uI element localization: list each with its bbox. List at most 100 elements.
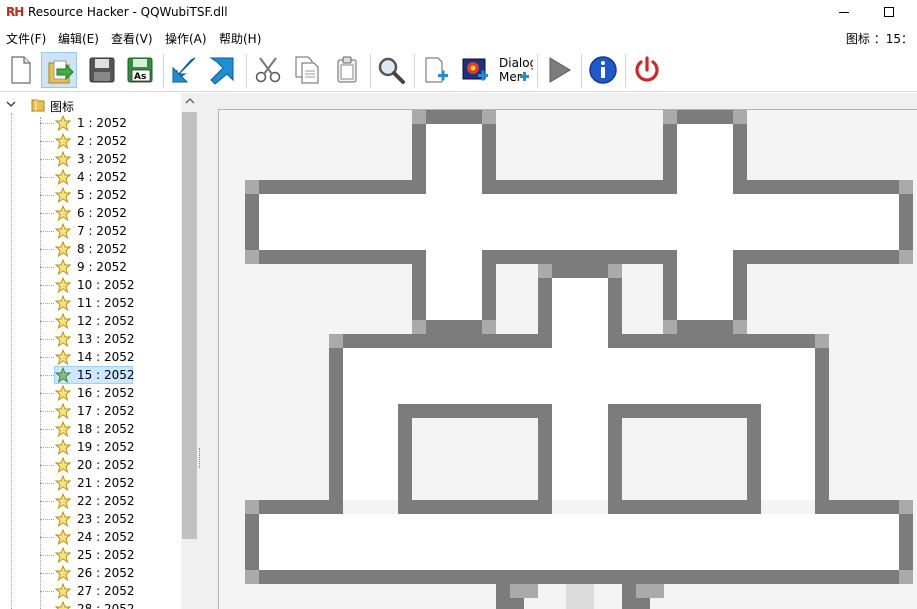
tree-item[interactable]: 3 : 2052 — [40, 150, 180, 168]
scroll-up-icon[interactable] — [181, 93, 198, 110]
icon-pixel-block — [259, 194, 899, 250]
minimize-icon — [839, 12, 849, 13]
forward-button[interactable] — [205, 52, 241, 88]
icon-pixel-block — [329, 348, 343, 514]
tree-item[interactable]: 7 : 2052 — [40, 222, 180, 240]
tree-item[interactable]: 15 : 2052 — [40, 366, 180, 384]
menu-file[interactable]: 文件(F) — [6, 30, 46, 47]
tree-item[interactable]: 8 : 2052 — [40, 240, 180, 258]
menu-action[interactable]: 操作(A) — [165, 30, 207, 47]
tree-guide-line — [40, 411, 54, 412]
tree-item[interactable]: 26 : 2052 — [40, 564, 180, 582]
resource-hacker-window: RH Resource Hacker - QQWubiTSF.dll 文件(F)… — [0, 0, 917, 609]
icon-pixel-block — [733, 320, 747, 334]
tree-item[interactable]: 27 : 2052 — [40, 582, 180, 600]
scroll-thumb[interactable] — [182, 112, 197, 539]
tree-item[interactable]: 11 : 2052 — [40, 294, 180, 312]
paste-button[interactable] — [329, 52, 365, 88]
save-as-button[interactable]: As — [122, 52, 158, 88]
splitter-grip[interactable] — [199, 448, 202, 468]
cut-button[interactable] — [250, 52, 286, 88]
icon-pixel-block — [899, 570, 913, 584]
tree-item-label: 11 : 2052 — [77, 296, 135, 310]
star-icon — [55, 331, 71, 347]
icon-pixel-block — [245, 180, 259, 194]
tree-item[interactable]: 24 : 2052 — [40, 528, 180, 546]
back-button[interactable] — [167, 52, 203, 88]
tree-item[interactable]: 25 : 2052 — [40, 546, 180, 564]
tree-guide-line — [40, 141, 54, 142]
icon-pixel-block — [426, 320, 482, 334]
paste-icon — [337, 56, 357, 83]
icon-pixel-block — [552, 334, 608, 348]
tree-item[interactable]: 10 : 2052 — [40, 276, 180, 294]
star-icon — [55, 547, 71, 563]
tree-item[interactable]: 12 : 2052 — [40, 312, 180, 330]
add-blank-resource-icon — [425, 57, 448, 83]
icon-pixel-block — [538, 264, 552, 278]
tree-guide-line — [40, 357, 54, 358]
dialog-menu-button[interactable]: Dialog Mer — [495, 52, 533, 88]
icon-pixel-block — [426, 180, 482, 194]
tree-item-label: 26 : 2052 — [77, 566, 135, 580]
exit-icon — [635, 56, 659, 82]
menu-help[interactable]: 帮助(H) — [219, 30, 261, 47]
title-bar: RH Resource Hacker - QQWubiTSF.dll — [0, 0, 917, 26]
tree-item[interactable]: 18 : 2052 — [40, 420, 180, 438]
tree-item[interactable]: 4 : 2052 — [40, 168, 180, 186]
menu-edit[interactable]: 编辑(E) — [58, 30, 99, 47]
tree-item[interactable]: 2 : 2052 — [40, 132, 180, 150]
tree-item-label: 7 : 2052 — [77, 224, 127, 238]
toolbar-separator — [246, 54, 247, 88]
tree-item[interactable]: 20 : 2052 — [40, 456, 180, 474]
open-button[interactable] — [41, 52, 77, 88]
compile-button[interactable] — [541, 52, 577, 88]
tree-item[interactable]: 1 : 2052 — [40, 114, 180, 132]
tree-item-label: 16 : 2052 — [77, 386, 135, 400]
collapse-chevron-icon[interactable] — [6, 99, 16, 109]
tree-item[interactable]: 16 : 2052 — [40, 384, 180, 402]
tree-item-label: 17 : 2052 — [77, 404, 135, 418]
about-button[interactable] — [585, 52, 621, 88]
icon-pixel-block — [899, 500, 913, 514]
tree-item[interactable]: 28 : 2052 — [40, 600, 180, 609]
maximize-button[interactable] — [866, 0, 912, 26]
tree-guide-line — [40, 447, 54, 448]
icon-pixel-block — [538, 404, 552, 514]
find-button[interactable] — [373, 52, 409, 88]
star-icon — [55, 367, 71, 383]
tree-item[interactable]: 22 : 2052 — [40, 492, 180, 510]
tree-item[interactable]: 9 : 2052 — [40, 258, 180, 276]
add-resource-button[interactable] — [418, 52, 454, 88]
tree-item-label: 27 : 2052 — [77, 584, 135, 598]
tree-item[interactable]: 21 : 2052 — [40, 474, 180, 492]
new-button[interactable] — [2, 52, 38, 88]
tree-item[interactable]: 5 : 2052 — [40, 186, 180, 204]
tree-item-label: 28 : 2052 — [77, 602, 135, 609]
icon-pixel-block — [815, 334, 829, 348]
resource-tree[interactable]: 图标 1 : 2052 2 : 2052 3 : 2052 4 : 2052 5 : 2… — [0, 93, 198, 609]
tree-item[interactable]: 23 : 2052 — [40, 510, 180, 528]
icon-pixel-block — [899, 250, 913, 264]
star-icon — [55, 511, 71, 527]
tree-item-label: 6 : 2052 — [77, 206, 127, 220]
menu-view[interactable]: 查看(V) — [111, 30, 153, 47]
tree-item[interactable]: 17 : 2052 — [40, 402, 180, 420]
tree-guide-line — [40, 519, 54, 520]
tree-item[interactable]: 6 : 2052 — [40, 204, 180, 222]
copy-button[interactable] — [289, 52, 325, 88]
tree-item[interactable]: 19 : 2052 — [40, 438, 180, 456]
tree-root-icon-group[interactable]: 图标 — [0, 96, 180, 114]
tree-guide-line — [11, 113, 12, 609]
tree-item[interactable]: 14 : 2052 — [40, 348, 180, 366]
tree-item-label: 19 : 2052 — [77, 440, 135, 454]
exit-button[interactable] — [629, 52, 665, 88]
star-icon — [55, 205, 71, 221]
tree-root-label: 图标 — [50, 100, 75, 114]
toolbar-separator — [625, 54, 626, 88]
add-image-resource-button[interactable] — [458, 52, 494, 88]
minimize-button[interactable] — [821, 0, 867, 26]
tree-item[interactable]: 13 : 2052 — [40, 330, 180, 348]
save-button[interactable] — [84, 52, 120, 88]
tree-scrollbar[interactable] — [181, 93, 198, 609]
